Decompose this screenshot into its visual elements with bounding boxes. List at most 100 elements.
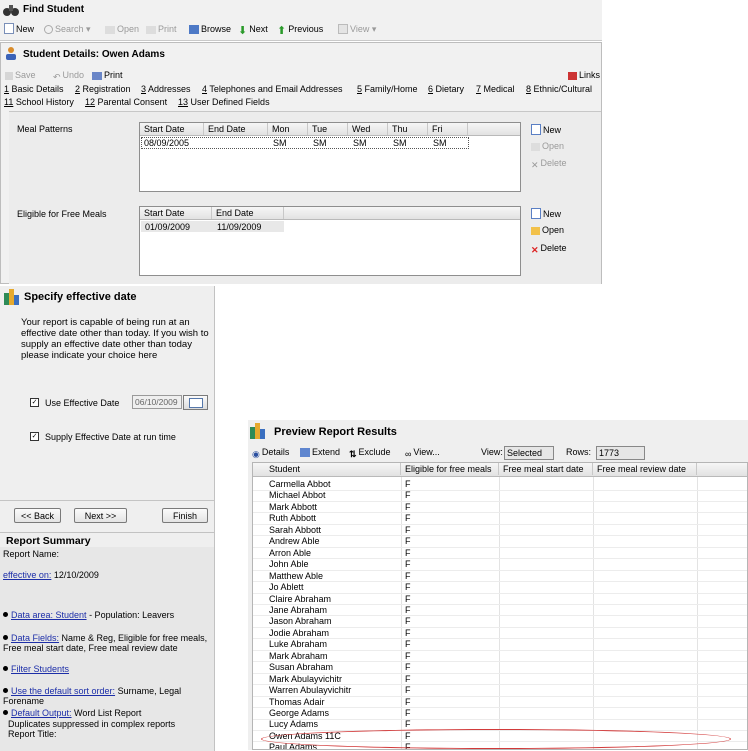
table-row[interactable]: Jason Abraham F	[253, 616, 747, 628]
previous-button[interactable]: ⬆ Previous	[277, 21, 323, 37]
view-report-button[interactable]: ∞ View...	[405, 444, 440, 460]
save-button[interactable]: Save	[5, 67, 36, 83]
tab-school-history[interactable]: 11 School History	[4, 97, 74, 107]
table-row[interactable]: Arron Able F	[253, 547, 747, 560]
back-button[interactable]: << Back	[14, 508, 61, 523]
eligible-cell: F	[405, 547, 411, 558]
eligible-cell: F	[405, 685, 411, 696]
student-name-cell: Carmella Abbot	[269, 479, 331, 489]
tab-basic-details[interactable]: 1 Basic Details	[4, 84, 64, 94]
eligible-cell: F	[405, 627, 411, 638]
sort-order-link[interactable]: Use the default sort order:	[11, 686, 115, 696]
table-row[interactable]: Matthew Able F	[253, 570, 747, 583]
browse-button[interactable]: Browse	[189, 21, 231, 37]
preview-grid[interactable]: Student Eligible for free meals Free mea…	[252, 462, 748, 750]
table-row[interactable]: John Able F	[253, 559, 747, 571]
eligible-cell: F	[405, 604, 411, 615]
col-thu: Thu	[388, 123, 428, 135]
eligible-cell: F	[405, 536, 411, 547]
meal-patterns-grid[interactable]: Start Date End Date Mon Tue Wed Thu Fri …	[139, 122, 521, 192]
table-row[interactable]: Warren Abulayvichitr F	[253, 685, 747, 697]
eligible-cell: F	[405, 570, 411, 581]
find-student-toolbar: New Search ▾ Open Print Browse ⬇ Next ⬆ Pr…	[0, 21, 602, 37]
table-row[interactable]: Mark Abbott F	[253, 501, 747, 514]
data-area-link[interactable]: Data area: Student	[11, 610, 87, 620]
find-student-titlebar: Find Student	[0, 0, 602, 20]
bullet-icon	[3, 612, 8, 617]
table-row[interactable]: Jo Ablett F	[253, 582, 747, 594]
tab-telephones[interactable]: 4 Telephones and Email Addresses	[202, 84, 342, 94]
tab-user-defined-fields[interactable]: 13 User Defined Fields	[178, 97, 270, 107]
table-row[interactable]: Sarah Abbott F	[253, 524, 747, 537]
next-button[interactable]: ⬇ Next	[238, 21, 268, 37]
free-new-button[interactable]: New	[531, 208, 561, 219]
table-row[interactable]: Thomas Adair F	[253, 697, 747, 709]
open-button[interactable]: Open	[105, 21, 139, 37]
student-name-cell: Susan Abraham	[269, 662, 334, 673]
preview-toolbar: ◉ Details Extend ⇅ Exclude ∞ View... View: …	[248, 444, 748, 460]
supply-at-runtime-checkbox[interactable]: ✓	[30, 432, 39, 441]
table-row[interactable]: Mark Abulayvichitr F	[253, 674, 747, 686]
col-end-date: End Date	[204, 123, 268, 135]
tab-family-home[interactable]: 5 Family/Home	[357, 84, 418, 94]
default-output-link[interactable]: Default Output:	[11, 708, 72, 718]
student-name-cell: Mark Abbott	[269, 501, 318, 512]
print-button[interactable]: Print	[146, 21, 177, 37]
free-meals-grid[interactable]: Start Date End Date 01/09/2009 11/09/200…	[139, 206, 521, 276]
col-end-date: End Date	[212, 207, 284, 219]
meal-open-button[interactable]: Open	[531, 141, 564, 151]
col-tue: Tue	[308, 123, 348, 135]
report-name-label: Report Name:	[3, 549, 60, 559]
filter-students-link[interactable]: Filter Students	[11, 664, 69, 674]
table-row[interactable]: Luke Abraham F	[253, 639, 747, 651]
next-wizard-button[interactable]: Next >>	[74, 508, 127, 523]
table-row[interactable]: George Adams F	[253, 708, 747, 720]
table-row[interactable]: Mark Abraham F	[253, 650, 747, 663]
free-open-button[interactable]: Open	[531, 225, 564, 235]
table-row[interactable]: Claire Abraham F	[253, 594, 747, 605]
student-details-toolbar: Save ↶ Undo Print Links	[1, 67, 601, 83]
undo-button[interactable]: ↶ Undo	[53, 67, 84, 83]
print-details-button[interactable]: Print	[92, 67, 123, 83]
details-button[interactable]: ◉ Details	[252, 444, 289, 460]
effective-on-link[interactable]: effective on:	[3, 570, 51, 580]
calendar-button[interactable]	[183, 395, 208, 410]
exclude-button[interactable]: ⇅ Exclude	[349, 444, 391, 460]
extend-button[interactable]: Extend	[300, 444, 340, 460]
calendar-icon	[189, 398, 203, 408]
save-icon	[5, 72, 13, 80]
preview-report-panel: Preview Report Results ◉ Details Extend ⇅…	[248, 420, 748, 750]
tab-ethnic-cultural[interactable]: 8 Ethnic/Cultural	[526, 84, 592, 94]
eligible-cell: F	[405, 524, 411, 535]
table-row[interactable]: Michael Abbot F	[253, 490, 747, 502]
tab-dietary[interactable]: 6 Dietary	[428, 84, 464, 94]
meal-delete-button[interactable]: ✕ Delete	[531, 158, 567, 171]
view-select[interactable]: Selected	[504, 446, 554, 460]
meal-patterns-row[interactable]: 08/09/2005 SM SM SM SM SM	[141, 137, 469, 149]
use-effective-date-checkbox[interactable]: ✓	[30, 398, 39, 407]
new-button[interactable]: New	[4, 21, 34, 37]
student-name-cell: Mark Abraham	[269, 650, 328, 661]
rows-label: Rows:	[566, 447, 592, 457]
tab-addresses[interactable]: 3 Addresses	[141, 84, 191, 94]
table-row[interactable]: Carmella Abbot F	[253, 479, 747, 491]
data-fields-link[interactable]: Data Fields:	[11, 633, 59, 643]
tab-parental-consent[interactable]: 12 Parental Consent	[85, 97, 167, 107]
effective-date-input[interactable]: 06/10/2009	[132, 395, 182, 409]
free-meals-row[interactable]: 01/09/2009 11/09/2009	[141, 221, 284, 232]
view-button[interactable]: View ▾	[338, 21, 376, 37]
free-delete-button[interactable]: ✕ Delete	[531, 243, 567, 256]
folder-icon	[531, 227, 540, 235]
tab-registration[interactable]: 2 Registration	[75, 84, 131, 94]
tab-medical[interactable]: 7 Medical	[476, 84, 515, 94]
table-row[interactable]: Jane Abraham F	[253, 604, 747, 617]
finish-button[interactable]: Finish	[162, 508, 208, 523]
meal-new-button[interactable]: New	[531, 124, 561, 135]
table-row[interactable]: Andrew Able F	[253, 536, 747, 548]
table-row[interactable]: Susan Abraham F	[253, 662, 747, 674]
search-button[interactable]: Search ▾	[44, 21, 91, 37]
links-button[interactable]: Links	[568, 67, 600, 83]
report-summary-body: Report Name: effective on: 12/10/2009 Da…	[0, 547, 214, 751]
table-row[interactable]: Jodie Abraham F	[253, 627, 747, 640]
table-row[interactable]: Ruth Abbott F	[253, 513, 747, 525]
